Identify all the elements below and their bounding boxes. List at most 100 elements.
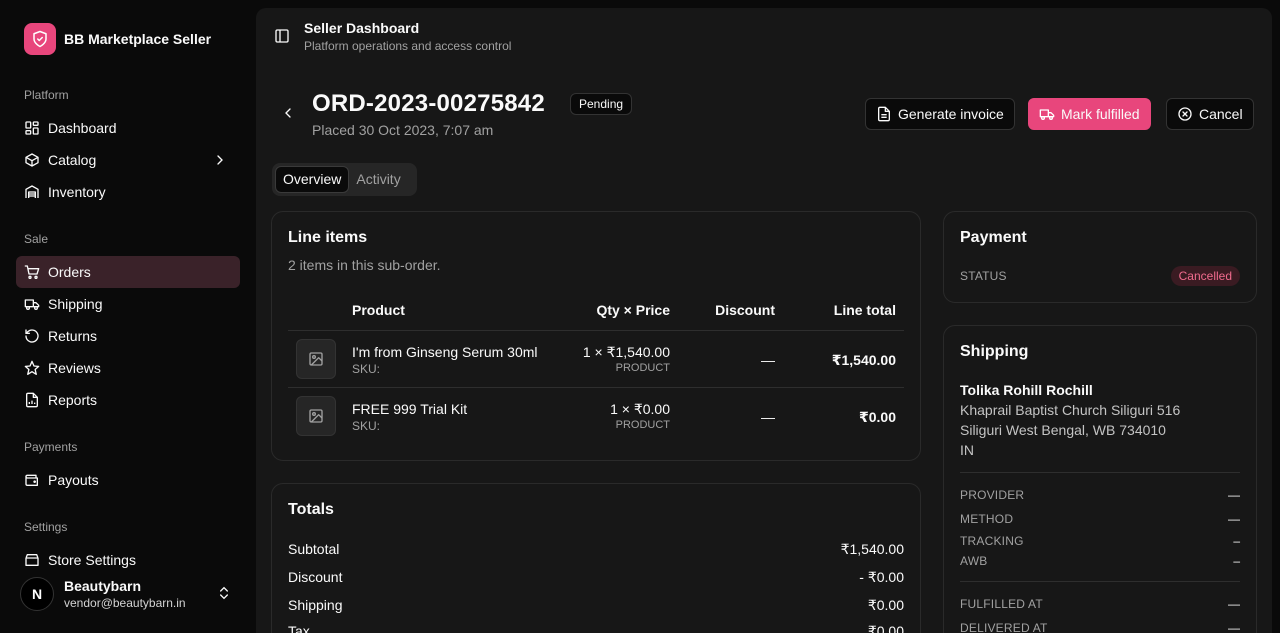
- sidebar-item-inventory[interactable]: Inventory: [16, 176, 240, 208]
- date-value: —: [1228, 597, 1240, 611]
- sidebar-item-label: Payouts: [48, 472, 99, 488]
- payment-status-label: STATUS: [960, 269, 1007, 283]
- group-label-sale: Sale: [24, 232, 49, 246]
- address-country: IN: [960, 442, 974, 458]
- brand[interactable]: BB Marketplace Seller: [24, 23, 211, 55]
- column-header-product: Product: [352, 302, 405, 318]
- item-line-total: ₹1,540.00: [831, 352, 896, 368]
- row-divider: [288, 330, 904, 331]
- user-menu[interactable]: N Beautybarn vendor@beautybarn.in: [16, 570, 240, 618]
- group-label-payments: Payments: [24, 440, 78, 454]
- sidebar-item-payouts[interactable]: Payouts: [16, 464, 240, 496]
- date-label: FULFILLED AT: [960, 597, 1043, 611]
- sidebar-item-label: Reviews: [48, 360, 101, 376]
- chevron-right-icon: [217, 155, 223, 165]
- placed-date: Placed 30 Oct 2023, 7:07 am: [312, 122, 494, 138]
- product-sku: SKU:: [352, 362, 381, 376]
- recipient-name: Tolika Rohill Rochill: [960, 382, 1093, 398]
- sidebar-item-label: Store Settings: [48, 552, 136, 568]
- detail-value: –: [1233, 534, 1240, 548]
- sidebar-item-orders[interactable]: Orders: [16, 256, 240, 288]
- date-label: DELIVERED AT: [960, 621, 1048, 633]
- tab-overview[interactable]: Overview: [275, 166, 350, 193]
- item-line-total: ₹0.00: [859, 409, 896, 425]
- sidebar-item-label: Orders: [48, 264, 91, 280]
- divider: [960, 581, 1240, 582]
- column-header-qty-price: Qty × Price: [596, 302, 670, 318]
- mark-fulfilled-button[interactable]: Mark fulfilled: [1028, 98, 1151, 130]
- button-label: Cancel: [1199, 106, 1243, 122]
- file-text-icon: [878, 106, 890, 122]
- image-placeholder-icon: [296, 339, 336, 379]
- totals-label: Discount: [288, 569, 343, 585]
- detail-label: PROVIDER: [960, 488, 1025, 502]
- sidebar-item-reports[interactable]: Reports: [16, 384, 240, 416]
- totals-label: Tax: [288, 623, 310, 633]
- sidebar-item-label: Inventory: [48, 184, 106, 200]
- detail-value: —: [1228, 488, 1240, 502]
- totals-value: - ₹0.00: [859, 569, 904, 585]
- item-type: PRODUCT: [615, 419, 670, 431]
- detail-value: –: [1233, 554, 1240, 568]
- payment-card: Payment STATUS Cancelled: [943, 211, 1257, 303]
- detail-label: METHOD: [960, 512, 1014, 526]
- shipping-card: Shipping Tolika Rohill Rochill Khaprail …: [943, 325, 1257, 633]
- product-sku: SKU:: [352, 419, 381, 433]
- shipping-title: Shipping: [960, 343, 1029, 360]
- totals-label: Subtotal: [288, 541, 340, 557]
- user-info: Beautybarn vendor@beautybarn.in: [64, 578, 186, 610]
- qty-price: 1 × ₹0.00: [610, 401, 670, 417]
- truck-icon: [24, 299, 40, 310]
- row-divider: [288, 387, 904, 388]
- cancel-order-button[interactable]: Cancel: [1166, 98, 1254, 130]
- page-header-title: Seller Dashboard: [304, 20, 420, 36]
- totals-value: ₹1,540.00: [840, 541, 904, 557]
- wallet-icon: [25, 474, 38, 486]
- page-header-subtitle: Platform operations and access control: [304, 39, 512, 53]
- main-panel: Seller Dashboard Platform operations and…: [256, 8, 1272, 633]
- payment-title: Payment: [960, 229, 1027, 246]
- sidebar-item-label: Reports: [48, 392, 98, 408]
- shield-icon: [24, 23, 56, 55]
- x-circle-icon: [1178, 107, 1192, 121]
- product-name: I'm from Ginseng Serum 30ml: [352, 344, 538, 360]
- totals-value: ₹0.00: [867, 597, 904, 613]
- line-items-title: Line items: [288, 229, 368, 246]
- sidebar-item-shipping[interactable]: Shipping: [16, 288, 240, 320]
- column-header-line-total: Line total: [833, 302, 896, 318]
- brand-name: BB Marketplace Seller: [64, 31, 212, 47]
- sidebar-toggle-icon[interactable]: [274, 28, 290, 44]
- rotate-ccw-icon: [25, 329, 39, 343]
- dashboard-icon: [25, 121, 39, 135]
- sidebar-item-catalog[interactable]: Catalog: [16, 144, 240, 176]
- sidebar-item-label: Shipping: [48, 296, 103, 312]
- chevrons-up-down-icon: [220, 586, 228, 600]
- group-label-settings: Settings: [24, 520, 68, 534]
- file-chart-icon: [26, 392, 38, 408]
- cart-icon: [24, 265, 40, 279]
- tab-activity[interactable]: Activity: [349, 166, 407, 193]
- app-root: BB Marketplace Seller Platform Dashboard…: [0, 0, 1280, 633]
- user-name: Beautybarn: [64, 578, 142, 594]
- sidebar: BB Marketplace Seller Platform Dashboard…: [0, 0, 256, 633]
- button-label: Mark fulfilled: [1061, 106, 1140, 122]
- order-id: ORD-2023-00275842: [312, 90, 545, 117]
- totals-card: Totals Subtotal ₹1,540.00 Discount - ₹0.…: [271, 483, 921, 633]
- line-items-card: Line items 2 items in this sub-order. Pr…: [271, 211, 921, 461]
- tab-list: Overview Activity: [272, 163, 417, 196]
- truck-icon: [1039, 109, 1055, 120]
- date-value: —: [1228, 621, 1240, 633]
- sidebar-item-dashboard[interactable]: Dashboard: [16, 112, 240, 144]
- detail-value: —: [1228, 512, 1240, 526]
- generate-invoice-button[interactable]: Generate invoice: [865, 98, 1015, 130]
- totals-label: Shipping: [288, 597, 343, 613]
- sidebar-item-reviews[interactable]: Reviews: [16, 352, 240, 384]
- sidebar-item-label: Returns: [48, 328, 98, 344]
- star-icon: [24, 360, 40, 375]
- back-arrow-icon[interactable]: [280, 105, 296, 121]
- item-type: PRODUCT: [615, 362, 670, 374]
- sidebar-item-returns[interactable]: Returns: [16, 320, 240, 352]
- user-email: vendor@beautybarn.in: [64, 596, 186, 610]
- line-items-subtitle: 2 items in this sub-order.: [288, 257, 441, 273]
- detail-label: TRACKING: [960, 534, 1024, 548]
